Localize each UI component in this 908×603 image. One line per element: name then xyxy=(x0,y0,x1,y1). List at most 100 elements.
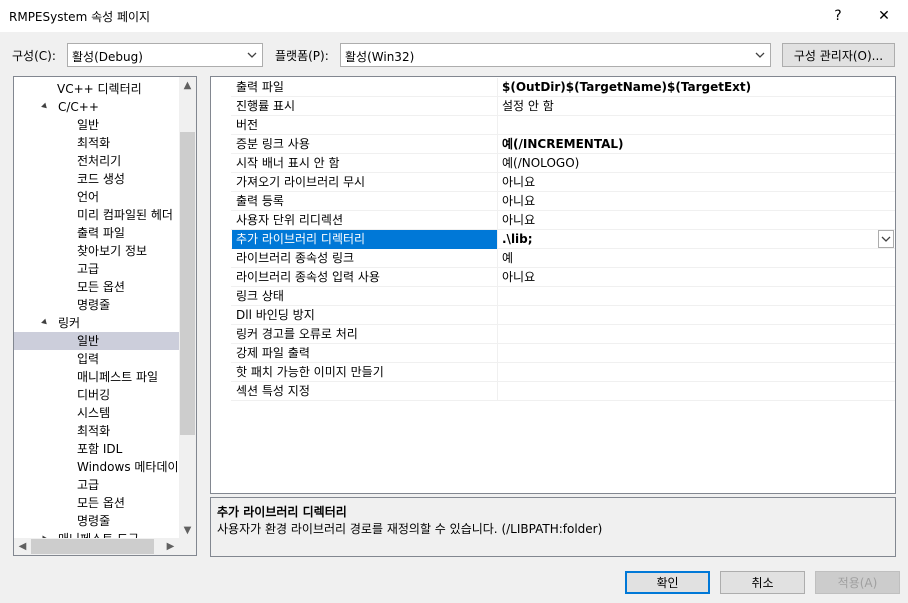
cancel-label: 취소 xyxy=(751,576,774,590)
tree-item[interactable]: 고급 xyxy=(14,260,180,278)
tree-item[interactable]: 링커 xyxy=(14,314,180,332)
property-row[interactable]: Dll 바인딩 방지 xyxy=(211,306,895,325)
property-grid[interactable]: 출력 파일 $(OutDir)$(TargetName)$(TargetExt) 진… xyxy=(210,76,896,494)
property-row[interactable]: 추가 라이브러리 디렉터리 .\lib; xyxy=(211,230,895,249)
scroll-thumb[interactable] xyxy=(180,132,195,435)
property-name: 링크 상태 xyxy=(232,287,498,306)
row-gutter xyxy=(211,382,231,401)
tree-item[interactable]: 시스템 xyxy=(14,404,180,422)
tree-item[interactable]: 일반 xyxy=(14,332,180,350)
tree-item-label: 포함 IDL xyxy=(77,442,123,456)
property-row[interactable]: 강제 파일 출력 xyxy=(211,344,895,363)
tree-item-label: 언어 xyxy=(77,190,100,204)
tree-item-label: 고급 xyxy=(77,262,100,276)
tree-item[interactable]: 코드 생성 xyxy=(14,170,180,188)
tree-item[interactable]: 고급 xyxy=(14,476,180,494)
property-row[interactable]: 사용자 단위 리디렉션 아니요 xyxy=(211,211,895,230)
tree-item-label: 매니페스트 파일 xyxy=(77,370,159,384)
tree-item-label: 최적화 xyxy=(77,424,111,438)
property-value xyxy=(499,325,895,344)
tree-item[interactable]: 최적화 xyxy=(14,422,180,440)
property-row[interactable]: 시작 배너 표시 안 함 예(/NOLOGO) xyxy=(211,154,895,173)
property-name: 버전 xyxy=(232,116,498,135)
scroll-right-icon[interactable]: ▶ xyxy=(162,538,179,555)
tree-item-label: 전처리기 xyxy=(77,154,122,168)
property-row[interactable]: 섹션 특성 지정 xyxy=(211,382,895,401)
tree-item-label: 명령줄 xyxy=(77,514,111,528)
tree-item[interactable]: Windows 메타데이 xyxy=(14,458,180,476)
property-name: Dll 바인딩 방지 xyxy=(232,306,498,325)
tree-item[interactable]: 모든 옵션 xyxy=(14,278,180,296)
property-name: 가져오기 라이브러리 무시 xyxy=(232,173,498,192)
tree-item[interactable]: 찾아보기 정보 xyxy=(14,242,180,260)
platform-combo[interactable]: 활성(Win32) xyxy=(340,43,771,67)
tree-item[interactable]: 매니페스트 파일 xyxy=(14,368,180,386)
property-value: 예(/NOLOGO) xyxy=(502,156,580,170)
property-value-editor[interactable]: .\lib; xyxy=(499,230,895,249)
scroll-thumb[interactable] xyxy=(31,539,154,554)
tree-item-label: C/C++ xyxy=(58,100,99,114)
tree-item[interactable]: 최적화 xyxy=(14,134,180,152)
tree-item-label: 고급 xyxy=(77,478,100,492)
scroll-left-icon[interactable]: ◀ xyxy=(14,538,31,555)
row-gutter xyxy=(211,344,231,363)
tree-item[interactable]: 입력 xyxy=(14,350,180,368)
description-panel: 추가 라이브러리 디렉터리 사용자가 환경 라이브러리 경로를 재정의할 수 있… xyxy=(210,497,896,557)
property-row[interactable]: 증분 링크 사용 예(/INCREMENTAL) xyxy=(211,135,895,154)
property-row[interactable]: 라이브러리 종속성 입력 사용 아니요 xyxy=(211,268,895,287)
expanded-arrow-icon[interactable] xyxy=(41,102,49,111)
tree-item[interactable]: 전처리기 xyxy=(14,152,180,170)
property-value xyxy=(499,382,895,401)
tree-item[interactable]: 모든 옵션 xyxy=(14,494,180,512)
tree-item[interactable]: 명령줄 xyxy=(14,512,180,530)
property-row[interactable]: 링크 상태 xyxy=(211,287,895,306)
help-icon: ? xyxy=(834,8,842,24)
ok-button[interactable]: 확인 xyxy=(625,571,710,594)
tree-item[interactable]: 출력 파일 xyxy=(14,224,180,242)
ok-label: 확인 xyxy=(656,576,679,590)
row-gutter xyxy=(211,135,231,154)
property-row[interactable]: 버전 xyxy=(211,116,895,135)
tree-vertical-scrollbar[interactable]: ▲ ▼ xyxy=(179,77,196,539)
close-icon: ✕ xyxy=(878,8,890,24)
tree-item[interactable]: C/C++ xyxy=(14,98,180,116)
property-row[interactable]: 핫 패치 가능한 이미지 만들기 xyxy=(211,363,895,382)
property-tree[interactable]: VC++ 디렉터리 C/C++ 일반 최적화 전처리기 코드 생성 언어 미리 컴파일된 헤더… xyxy=(13,76,197,556)
cancel-button[interactable]: 취소 xyxy=(720,571,805,594)
property-row[interactable]: 라이브러리 종속성 링크 예 xyxy=(211,249,895,268)
property-value: 예 xyxy=(502,251,514,265)
help-button[interactable]: ? xyxy=(815,0,861,32)
close-button[interactable]: ✕ xyxy=(861,0,907,32)
tree-item-label: 모든 옵션 xyxy=(77,280,125,294)
apply-button[interactable]: 적용(A) xyxy=(815,571,900,594)
tree-item[interactable]: 포함 IDL xyxy=(14,440,180,458)
config-combo[interactable]: 활성(Debug) xyxy=(67,43,263,67)
tree-item[interactable]: 일반 xyxy=(14,116,180,134)
row-gutter xyxy=(211,154,231,173)
tree-items: VC++ 디렉터리 C/C++ 일반 최적화 전처리기 코드 생성 언어 미리 컴파일된 헤더… xyxy=(14,77,180,539)
property-value: $(OutDir)$(TargetName)$(TargetExt) xyxy=(502,80,752,94)
property-value xyxy=(499,363,895,382)
tree-item[interactable]: 디버깅 xyxy=(14,386,180,404)
tree-horizontal-scrollbar[interactable]: ◀ ▶ xyxy=(14,538,196,555)
row-gutter xyxy=(211,230,231,249)
config-manager-button[interactable]: 구성 관리자(O)... xyxy=(782,43,895,67)
tree-item-label: 입력 xyxy=(77,352,100,366)
property-row[interactable]: 진행률 표시 설정 안 함 xyxy=(211,97,895,116)
property-row[interactable]: 가져오기 라이브러리 무시 아니요 xyxy=(211,173,895,192)
scroll-up-icon[interactable]: ▲ xyxy=(179,77,196,94)
property-row[interactable]: 링커 경고를 오류로 처리 xyxy=(211,325,895,344)
tree-item[interactable]: 언어 xyxy=(14,188,180,206)
tree-item[interactable]: VC++ 디렉터리 xyxy=(14,80,180,98)
tree-item[interactable]: 미리 컴파일된 헤더 xyxy=(14,206,180,224)
property-value xyxy=(499,287,895,306)
expanded-arrow-icon[interactable] xyxy=(41,318,49,327)
platform-label: 플랫폼(P): xyxy=(275,49,329,63)
tree-item[interactable]: 명령줄 xyxy=(14,296,180,314)
property-row[interactable]: 출력 등록 아니요 xyxy=(211,192,895,211)
property-row[interactable]: 출력 파일 $(OutDir)$(TargetName)$(TargetExt) xyxy=(211,78,895,97)
tree-item-label: 코드 생성 xyxy=(77,172,125,186)
value-dropdown-button[interactable] xyxy=(878,230,894,248)
scroll-down-icon[interactable]: ▼ xyxy=(179,522,196,539)
row-gutter xyxy=(211,97,231,116)
